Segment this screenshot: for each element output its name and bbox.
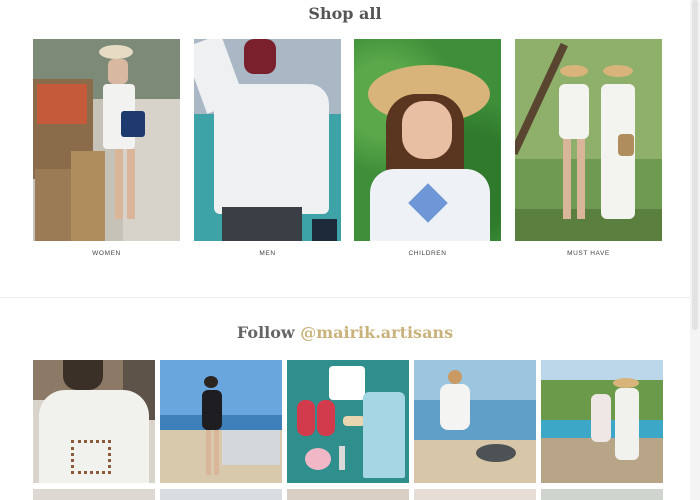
category-image-must-have[interactable]: [515, 39, 662, 241]
section-divider: [0, 297, 690, 298]
instagram-post-5[interactable]: [541, 360, 663, 483]
category-image-men[interactable]: [194, 39, 341, 241]
instagram-post-8[interactable]: [287, 489, 409, 500]
category-image-children[interactable]: [354, 39, 501, 241]
instagram-post-3[interactable]: [287, 360, 409, 483]
follow-prefix: Follow: [236, 323, 301, 342]
instagram-handle-link[interactable]: @mairik.artisans: [300, 323, 453, 342]
category-card-children[interactable]: CHILDREN: [354, 39, 501, 257]
category-label-must-have[interactable]: MUST HAVE: [515, 250, 662, 257]
instagram-post-4[interactable]: [414, 360, 536, 483]
category-image-women[interactable]: [33, 39, 180, 241]
shop-all-heading: Shop all: [308, 4, 382, 23]
scrollbar-thumb[interactable]: [692, 0, 698, 330]
category-label-women[interactable]: WOMEN: [33, 250, 180, 257]
category-card-must-have[interactable]: MUST HAVE: [515, 39, 662, 257]
instagram-post-9[interactable]: [414, 489, 536, 500]
instagram-post-6[interactable]: [33, 489, 155, 500]
instagram-post-1[interactable]: [33, 360, 155, 483]
follow-heading: Follow @mairik.artisans: [0, 323, 690, 342]
category-card-men[interactable]: MEN: [194, 39, 341, 257]
instagram-post-2[interactable]: [160, 360, 282, 483]
category-card-women[interactable]: WOMEN: [33, 39, 180, 257]
instagram-post-7[interactable]: [160, 489, 282, 500]
instagram-post-10[interactable]: [541, 489, 663, 500]
category-label-men[interactable]: MEN: [194, 250, 341, 257]
category-label-children[interactable]: CHILDREN: [354, 250, 501, 257]
